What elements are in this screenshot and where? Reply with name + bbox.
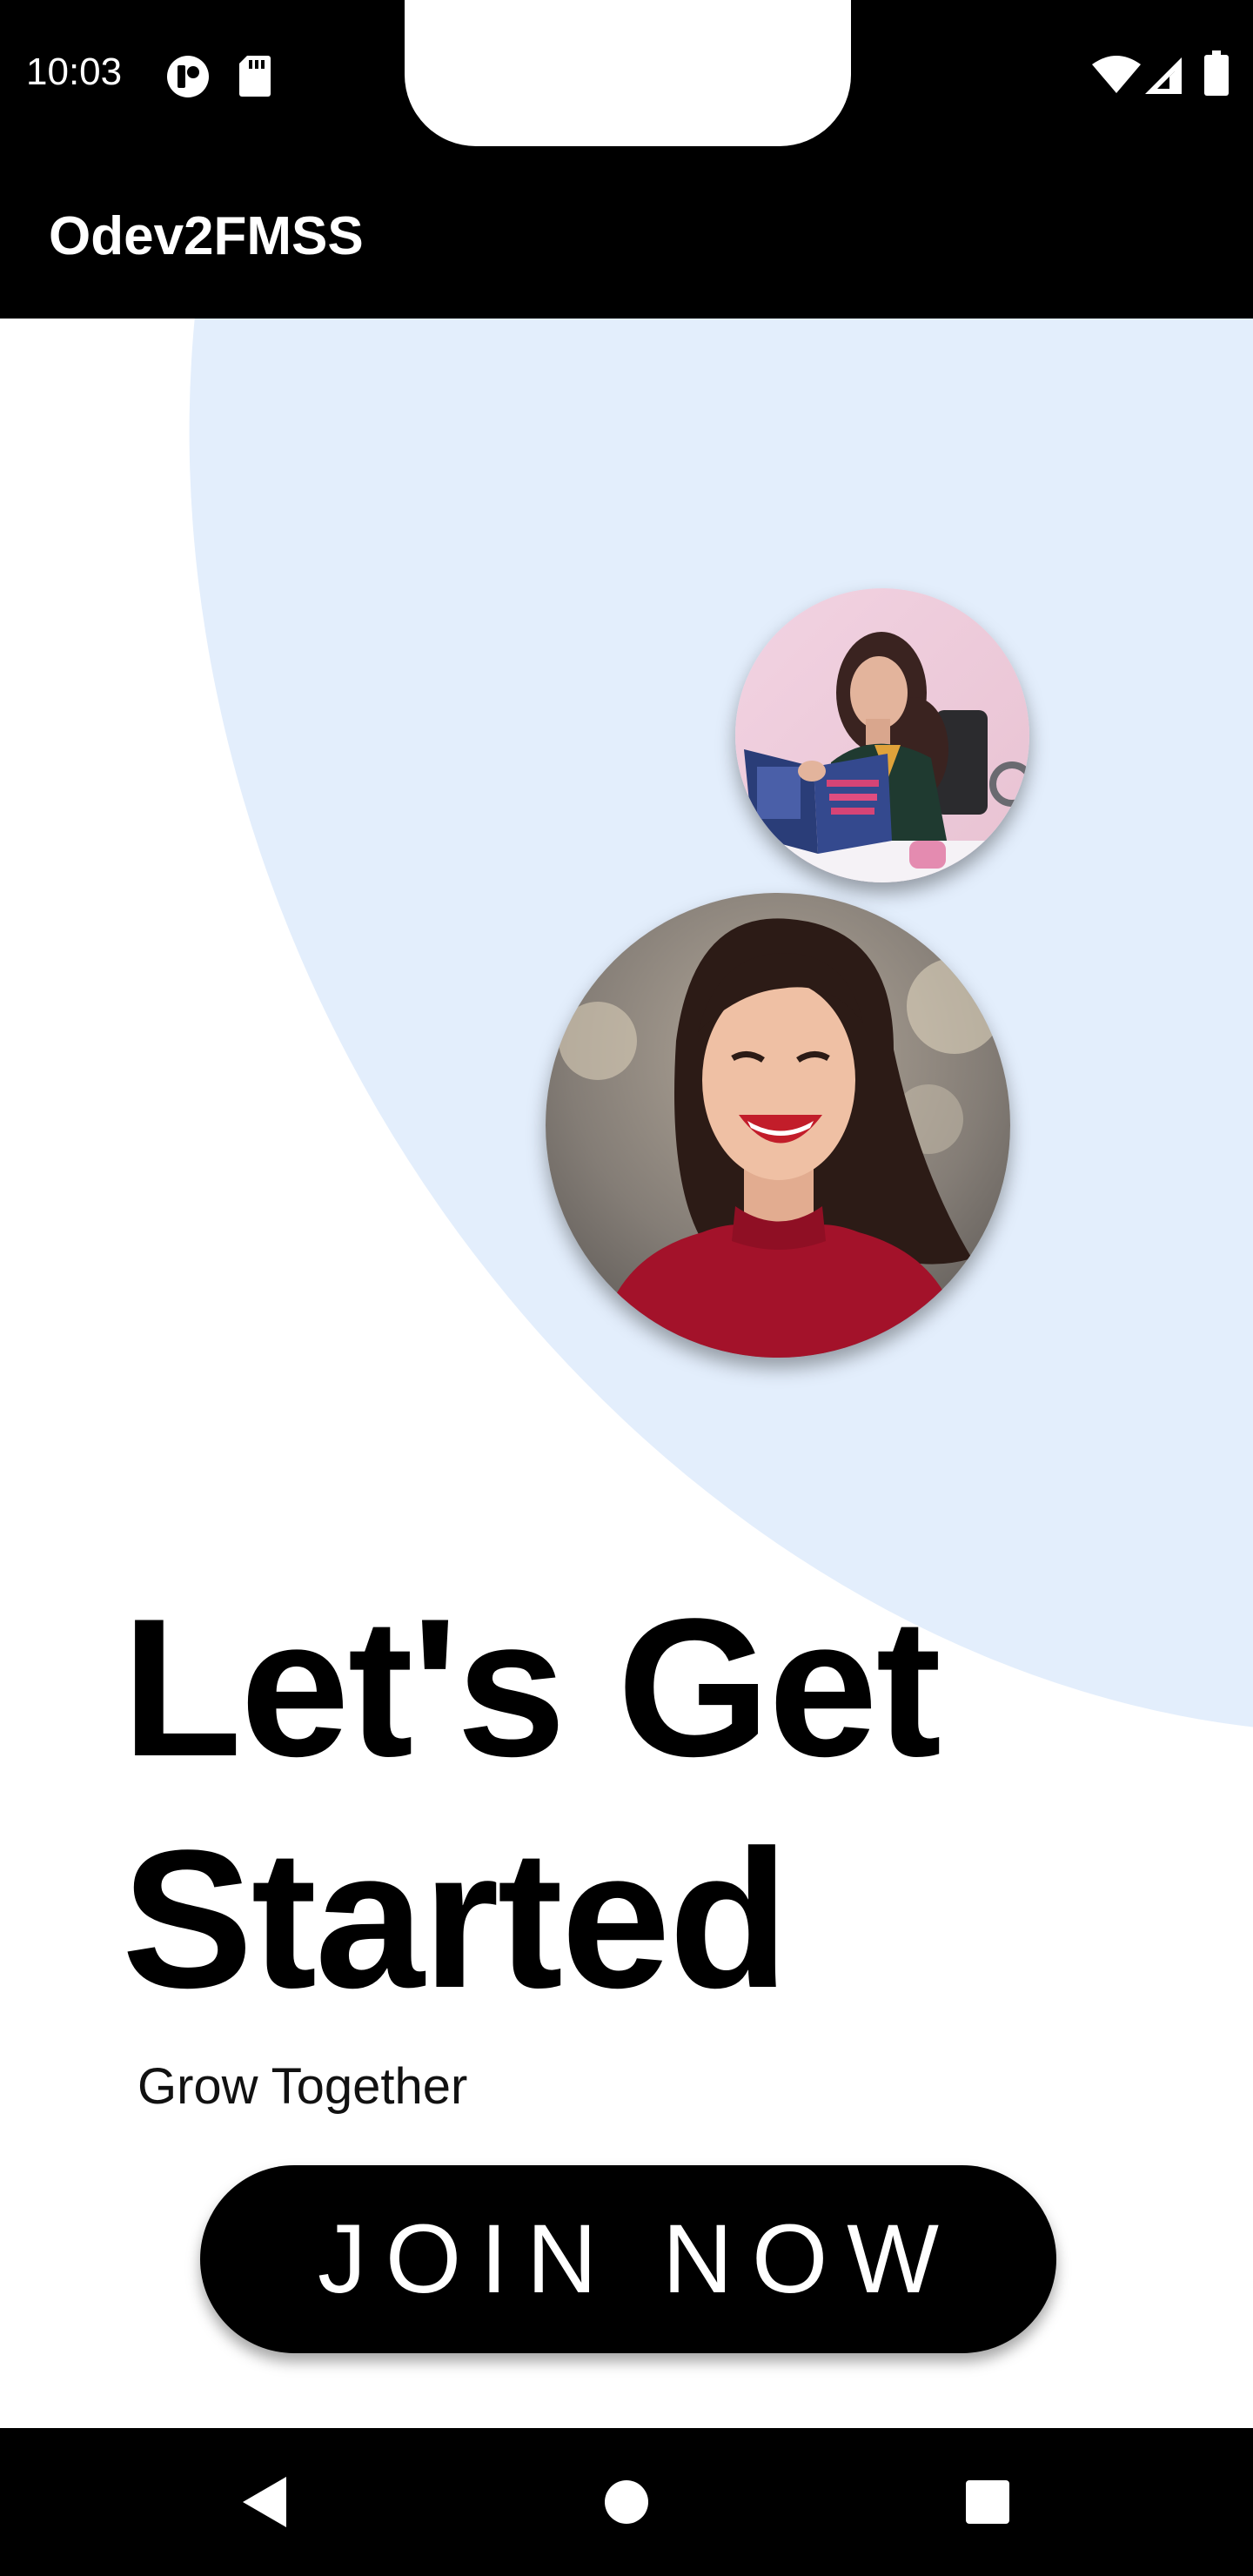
avatar-smiling-woman — [546, 893, 1010, 1358]
recents-icon — [966, 2480, 1009, 2524]
smiling-woman-photo — [546, 893, 1010, 1358]
avatar-reading-woman — [735, 588, 1029, 882]
navigation-bar — [0, 2428, 1253, 2576]
headline-line-1: Let's Get — [122, 1577, 941, 1797]
back-button[interactable] — [224, 2463, 303, 2541]
home-button[interactable] — [587, 2463, 666, 2541]
status-bar: 10:03 — [0, 0, 1253, 146]
headline: Let's Get Started — [122, 1572, 1079, 2035]
app-screen: 10:03 Odev2FMSS Let's Get Started Grow T… — [0, 0, 1253, 2576]
headline-line-2: Started — [122, 1808, 789, 2029]
reading-woman-photo — [735, 588, 1029, 882]
home-icon — [605, 2480, 648, 2524]
join-now-button[interactable]: JOIN NOW — [200, 2165, 1056, 2353]
wifi-icon — [1092, 56, 1141, 93]
notch-shoulder — [361, 0, 405, 44]
main-content: Let's Get Started Grow Together JOIN NOW — [0, 319, 1253, 2428]
battery-icon — [1204, 50, 1229, 96]
app-bar: Odev2FMSS — [0, 146, 1253, 319]
app-title: Odev2FMSS — [49, 206, 364, 266]
status-time: 10:03 — [26, 50, 123, 93]
sync-notification-icon — [167, 56, 209, 97]
back-icon — [243, 2477, 286, 2527]
notch-shoulder — [851, 0, 895, 44]
sd-card-icon — [239, 56, 271, 97]
camera-notch — [405, 0, 851, 146]
cell-signal-icon — [1145, 57, 1182, 94]
recents-button[interactable] — [948, 2463, 1027, 2541]
subline: Grow Together — [137, 2058, 468, 2115]
